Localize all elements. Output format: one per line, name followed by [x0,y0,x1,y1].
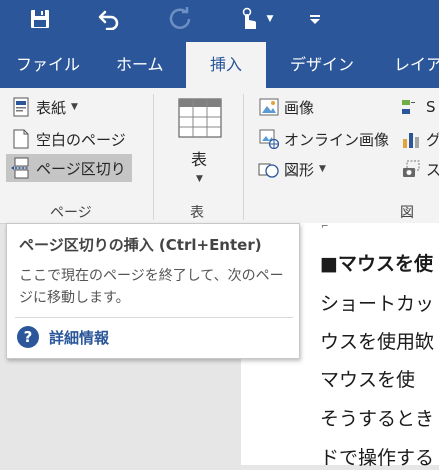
screenshot-icon [400,158,422,180]
shapes-button[interactable]: 図形 ▼ [258,156,326,182]
online-pictures-label: オンライン画像 [284,130,390,149]
screenshot-button[interactable]: ス [400,156,439,182]
table-group-label: 表 [190,205,204,221]
save-icon[interactable] [28,6,52,32]
tooltip-description: ここで現在のページを終了して、次のページに移動します。 [19,268,284,306]
pages-group-label: ページ [50,205,92,221]
online-picture-icon [258,128,280,150]
blank-page-label: 空白のページ [36,130,126,149]
touch-mode-caret-icon: ▼ [266,14,274,24]
table-icon [178,98,222,138]
cover-page-icon [10,96,32,118]
ribbon-insert: 表紙 ▼ 空白のページ ページ区切り ページ 表 ▼ 表 画像 オンライン画像 … [0,88,439,224]
more-info-label: 詳細情報 [49,328,110,347]
blank-page-icon [10,128,32,150]
page-break-tooltip: ページ区切りの挿入 (Ctrl+Enter) ここで現在のページを終了して、次の… [6,223,300,359]
quick-access-toolbar: ▼ [0,0,439,42]
document-line: ウスを使用缼 [320,331,435,353]
page-break-icon [10,157,32,179]
page-break-button[interactable]: ページ区切り [6,154,132,182]
page-break-label: ページ区切り [36,159,126,178]
redo-icon[interactable] [167,6,193,32]
table-button[interactable]: 表 ▼ [172,98,228,194]
paragraph-mark-icon: ⌐ [321,222,329,232]
shapes-caret-icon: ▼ [319,164,326,174]
tooltip-divider [15,317,293,318]
shapes-label: 図形 [284,160,315,179]
tab-file[interactable]: ファイル [0,42,104,88]
table-caret-icon: ▼ [196,174,203,184]
table-button-label: 表 [191,150,208,169]
pictures-label: 画像 [284,98,315,117]
cover-page-caret-icon: ▼ [71,102,78,112]
tab-layout[interactable]: レイアウ [380,42,439,88]
tab-home[interactable]: ホーム [96,42,196,88]
tab-design[interactable]: デザイン [276,42,380,88]
chart-button[interactable]: グ [400,126,439,152]
screenshot-label: ス [426,160,439,179]
document-line: そうするとき [320,408,435,430]
illustrations-group-label: 図 [400,205,414,221]
shapes-icon [258,158,280,180]
chart-label: グ [426,130,439,149]
ribbon-tabs: ファイル ホーム 挿入 デザイン レイアウ [0,42,439,88]
cover-page-button[interactable]: 表紙 ▼ [10,94,78,120]
smartart-label: S [426,98,436,116]
smartart-icon [400,96,422,118]
ribbon-separator [153,94,154,220]
smartart-button[interactable]: S [400,94,436,120]
customize-qat-icon[interactable] [306,6,324,32]
more-info-link[interactable]: ? 詳細情報 [17,326,109,348]
ribbon-separator [243,94,244,220]
online-pictures-button[interactable]: オンライン画像 [258,126,389,152]
touch-hand-icon[interactable]: ▼ [234,6,278,32]
document-line: ドで操作する [320,447,435,469]
tooltip-title: ページ区切りの挿入 (Ctrl+Enter) [19,236,262,254]
tab-insert[interactable]: 挿入 [186,42,266,88]
document-heading: ■マウスを使 [320,253,433,275]
pictures-button[interactable]: 画像 [258,94,314,120]
picture-icon [258,96,280,118]
blank-page-button[interactable]: 空白のページ [10,126,126,152]
undo-icon[interactable] [96,6,122,32]
chart-icon [400,128,422,150]
cover-page-label: 表紙 [36,98,67,117]
document-line: ショートカッ [320,293,435,315]
document-line: マウスを使 [320,369,416,391]
help-icon: ? [17,326,39,348]
